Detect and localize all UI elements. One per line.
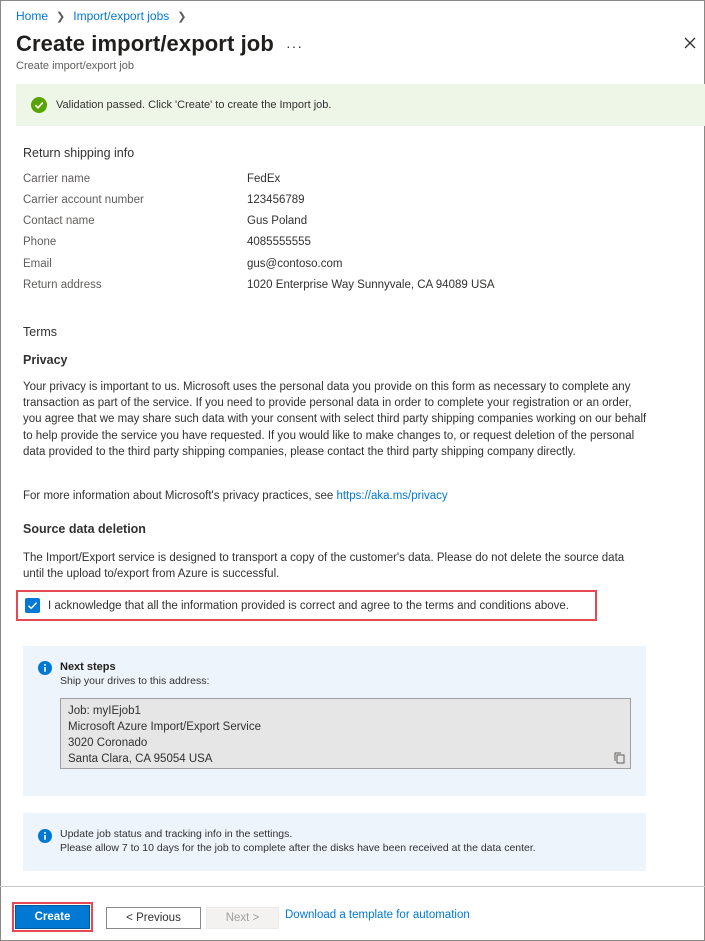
privacy-text: Your privacy is important to us. Microso… <box>23 381 647 458</box>
update-info-box: Update job status and tracking info in t… <box>23 813 646 871</box>
next-button[interactable]: Next > <box>206 907 279 929</box>
address-line: Microsoft Azure Import/Export Service <box>68 721 262 733</box>
success-check-icon <box>31 97 47 113</box>
privacy-more-info: For more information about Microsoft's p… <box>23 488 648 504</box>
close-icon[interactable] <box>683 36 697 50</box>
terms-heading: Terms <box>23 325 58 339</box>
create-button[interactable]: Create <box>12 902 93 932</box>
deletion-text: The Import/Export service is designed to… <box>23 552 625 581</box>
chevron-right-icon: ❯ <box>177 10 187 23</box>
next-steps-subtitle: Ship your drives to this address: <box>60 675 210 687</box>
breadcrumb: Home ❯ Import/export jobs ❯ <box>16 9 195 23</box>
field-value: FedEx <box>247 173 281 185</box>
field-value: 123456789 <box>247 194 305 206</box>
address-line: 3020 Coronado <box>68 737 148 749</box>
address-line: Santa Clara, CA 95054 USA <box>68 753 213 765</box>
field-value: gus@contoso.com <box>247 258 343 270</box>
chevron-right-icon: ❯ <box>56 10 66 23</box>
update-info-line: Update job status and tracking info in t… <box>60 828 293 840</box>
acknowledge-label: I acknowledge that all the information p… <box>48 599 569 612</box>
breadcrumb-import-export-jobs[interactable]: Import/export jobs <box>73 9 169 23</box>
field-label: Email <box>23 258 52 270</box>
field-label: Contact name <box>23 215 95 227</box>
field-value: Gus Poland <box>247 215 308 227</box>
deletion-heading: Source data deletion <box>23 522 146 536</box>
download-template-link[interactable]: Download a template for automation <box>285 909 470 921</box>
privacy-link[interactable]: https://aka.ms/privacy <box>336 490 447 502</box>
info-icon <box>38 661 52 675</box>
shipping-heading: Return shipping info <box>23 146 135 160</box>
footer-divider <box>0 886 705 887</box>
copy-icon[interactable] <box>614 752 625 764</box>
update-info-text: Update job status and tracking info in t… <box>60 828 536 855</box>
field-label: Carrier account number <box>23 194 144 206</box>
next-steps-title: Next steps <box>60 661 116 673</box>
validation-message: Validation passed. Click 'Create' to cre… <box>56 99 332 111</box>
shipping-address-box[interactable]: Job: myIEjob1 Microsoft Azure Import/Exp… <box>60 698 631 769</box>
field-value: 1020 Enterprise Way Sunnyvale, CA 94089 … <box>247 279 495 291</box>
next-steps-box: Next steps Ship your drives to this addr… <box>23 646 646 796</box>
privacy-heading: Privacy <box>23 353 68 367</box>
address-line: Job: myIEjob1 <box>68 705 141 717</box>
breadcrumb-home[interactable]: Home <box>16 9 48 23</box>
field-value: 4085555555 <box>247 236 311 248</box>
acknowledge-checkbox[interactable] <box>25 598 40 613</box>
more-options-button[interactable]: ··· <box>286 38 303 54</box>
privacy-more-info-text: For more information about Microsoft's p… <box>23 490 337 502</box>
acknowledge-checkbox-row[interactable]: I acknowledge that all the information p… <box>16 590 597 621</box>
checkmark-icon <box>28 602 38 610</box>
previous-button[interactable]: < Previous <box>106 907 201 929</box>
blade-frame <box>0 0 705 941</box>
page-title: Create import/export job <box>16 31 274 56</box>
field-label: Carrier name <box>23 173 91 185</box>
info-icon <box>38 829 52 843</box>
update-info-line: Please allow 7 to 10 days for the job to… <box>60 841 536 854</box>
validation-banner: Validation passed. Click 'Create' to cre… <box>16 84 705 126</box>
field-label: Phone <box>23 236 57 248</box>
field-label: Return address <box>23 279 102 291</box>
page-subtitle: Create import/export job <box>16 60 134 72</box>
